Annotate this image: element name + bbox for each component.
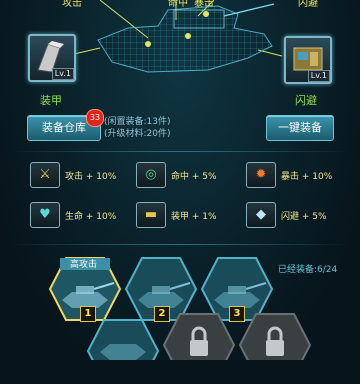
health-stat: 生命 + 10% — [65, 212, 117, 222]
callout-attack: 攻击 — [62, 0, 82, 9]
dodge-icon: ◆ — [246, 202, 276, 228]
critical-stat: 暴击 + 10% — [281, 172, 333, 182]
tank-slot-4[interactable] — [86, 318, 160, 384]
locked-slot-1 — [162, 312, 236, 378]
locked-slot-2 — [238, 312, 312, 378]
callout-dodge: 闪避 — [298, 0, 318, 9]
attack-icon: ⚔ — [30, 162, 60, 188]
accuracy-stat: 命中 + 5% — [171, 172, 217, 182]
armor-slot-level: Lv.1 — [51, 68, 74, 80]
health-icon: ♥ — [30, 202, 60, 228]
tank-overview-panel: 攻击 命中 暴击 生命 闪避 Lv.1 装甲 Lv.1 闪避 — [0, 0, 360, 110]
critical-icon: ✹ — [246, 162, 276, 188]
stats-grid: ⚔ 攻击 + 10% ◎ 命中 + 5% ✹ 暴击 + 10% ♥ 生命 + 1… — [30, 162, 340, 232]
dodge-slot-level: Lv.1 — [307, 70, 330, 82]
one-click-equip-button[interactable]: 一键装备 — [266, 115, 334, 141]
equipment-warehouse-label: 装备仓库 — [42, 121, 86, 134]
armor-stat: 装甲 + 1% — [171, 212, 217, 222]
lock-icon — [238, 313, 312, 377]
tank-slot-4-frame — [86, 319, 160, 383]
idle-equipment-text: (闲置装备:13件) — [104, 117, 171, 127]
armor-icon: ▬ — [136, 202, 166, 228]
tank-blueprint-image — [97, 3, 275, 73]
dodge-slot-caption: 闪避 — [295, 94, 317, 107]
divider — [10, 244, 350, 245]
one-click-equip-label: 一键装备 — [278, 121, 322, 134]
warehouse-count-badge: 33 — [86, 109, 104, 127]
upgrade-material-text: (升级材料:20件) — [104, 129, 171, 139]
divider — [10, 151, 350, 152]
tank-slot-1-tag: 高攻击 — [70, 260, 98, 270]
lock-icon — [162, 313, 236, 377]
equipped-count: 已经装备:6/24 — [278, 265, 338, 275]
armor-slot-caption: 装甲 — [40, 94, 62, 107]
armor-slot[interactable]: Lv.1 — [28, 34, 76, 82]
attack-stat: 攻击 + 10% — [65, 172, 117, 182]
dodge-stat: 闪避 + 5% — [281, 212, 327, 222]
dodge-slot[interactable]: Lv.1 — [284, 36, 332, 84]
inventory-info: (闲置装备:13件) (升级材料:20件) — [104, 116, 171, 140]
accuracy-icon: ◎ — [136, 162, 166, 188]
